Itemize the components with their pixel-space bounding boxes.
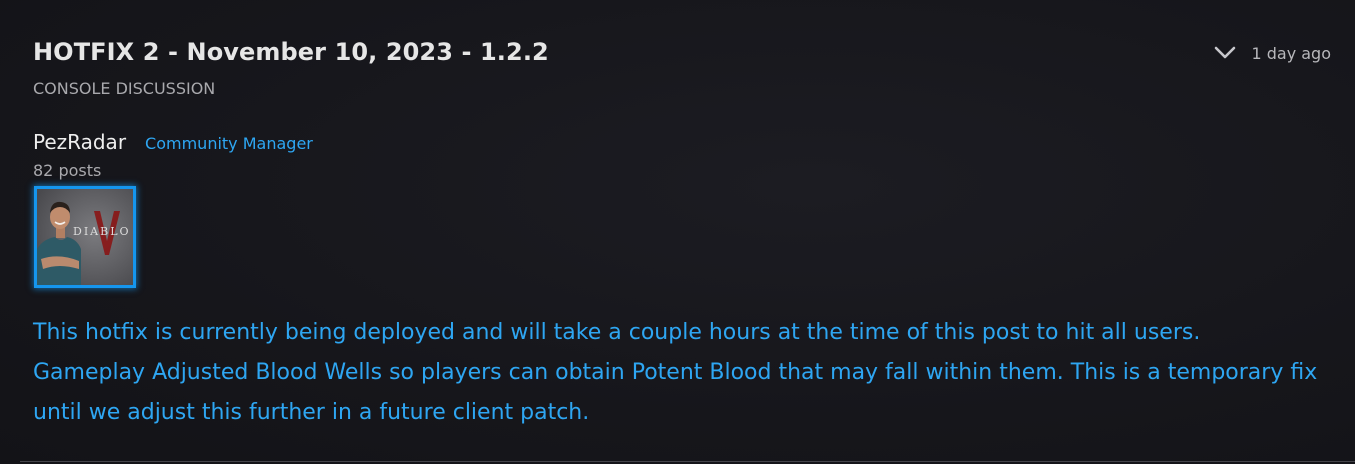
avatar[interactable]: DIABLO IV (34, 186, 136, 288)
post-body: This hotfix is currently being deployed … (33, 313, 1333, 433)
forum-post: HOTFIX 2 - November 10, 2023 - 1.2.2 CON… (0, 0, 1355, 464)
author-name[interactable]: PezRadar (33, 130, 126, 154)
post-category[interactable]: CONSOLE DISCUSSION (33, 79, 215, 98)
post-body-paragraph: Gameplay Adjusted Blood Wells so players… (33, 360, 1318, 425)
post-divider (20, 461, 1355, 462)
post-meta: 1 day ago (1213, 41, 1331, 65)
chevron-down-icon[interactable] (1213, 41, 1237, 65)
author-role-badge: Community Manager (145, 134, 313, 153)
author-row: PezRadar Community Manager (33, 130, 313, 154)
avatar-logo-text: DIABLO IV (73, 225, 129, 238)
post-body-paragraph: This hotfix is currently being deployed … (33, 320, 1201, 345)
post-timestamp: 1 day ago (1251, 43, 1331, 63)
post-title: HOTFIX 2 - November 10, 2023 - 1.2.2 (33, 38, 549, 66)
author-post-count: 82 posts (33, 161, 102, 180)
